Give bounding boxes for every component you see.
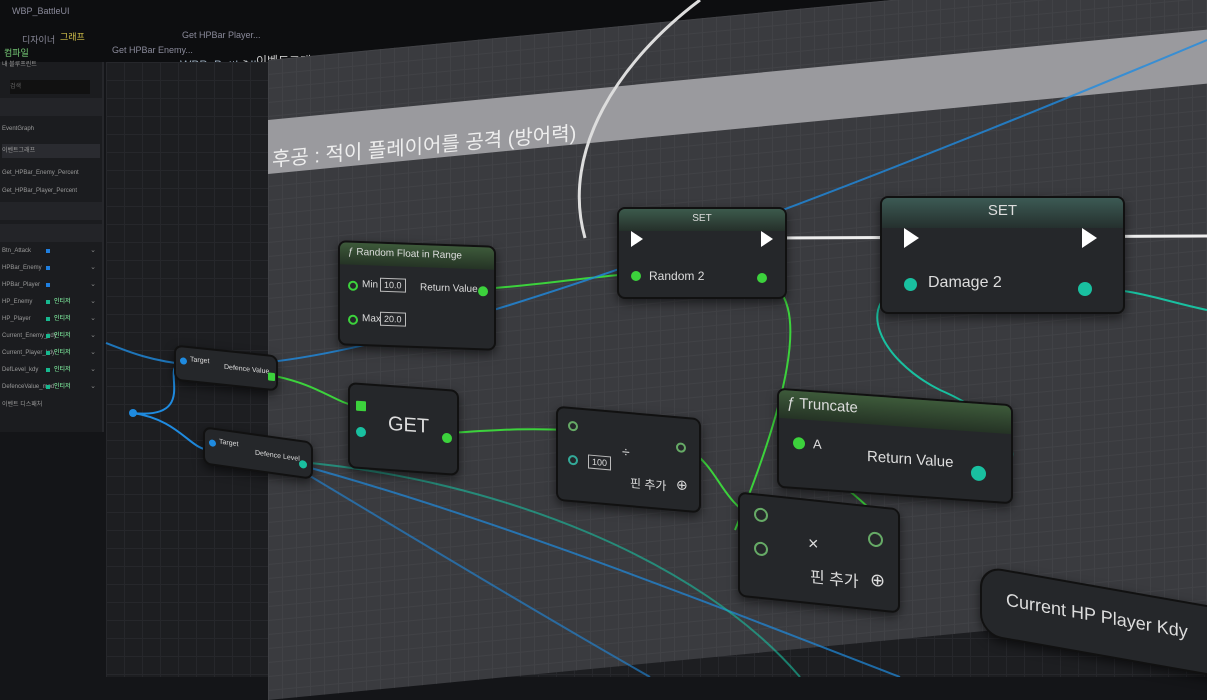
node-header: SET <box>619 209 785 231</box>
return-value-label: Return Value <box>420 282 478 296</box>
index-pin[interactable] <box>356 426 366 438</box>
reroute-node <box>129 409 137 417</box>
output-pin[interactable] <box>676 442 686 454</box>
output-pin[interactable] <box>868 531 883 548</box>
variable-label: Random 2 <box>649 269 705 283</box>
node-header: ƒ Random Float in Range <box>340 242 494 270</box>
exec-in-pin[interactable] <box>631 231 643 247</box>
add-pin-icon[interactable]: ⊕ <box>676 476 688 494</box>
output-label: Defence Value <box>224 363 270 376</box>
node-title: GET <box>388 412 430 438</box>
min-pin[interactable] <box>348 280 358 291</box>
max-label: Max <box>362 313 381 325</box>
input-a-pin[interactable] <box>568 420 578 432</box>
node-header: SET <box>882 198 1123 228</box>
float-wire <box>269 374 359 408</box>
exec-in-pin[interactable] <box>904 228 919 248</box>
target-label: Target <box>219 438 239 449</box>
exec-out-pin[interactable] <box>761 231 773 247</box>
random-input-pin[interactable] <box>631 271 641 281</box>
max-value-input[interactable]: 20.0 <box>380 311 406 327</box>
float-wire <box>481 273 631 290</box>
input-b-pin[interactable] <box>568 454 578 466</box>
defence-value-pin[interactable] <box>268 372 275 382</box>
a-pin[interactable] <box>793 436 805 450</box>
input-a-pin[interactable] <box>754 507 768 523</box>
min-value-input[interactable]: 10.0 <box>380 277 406 293</box>
min-label: Min <box>362 279 379 291</box>
return-value-pin[interactable] <box>478 286 488 297</box>
max-pin[interactable] <box>348 314 358 325</box>
target-pin[interactable] <box>209 439 216 448</box>
object-wire <box>132 412 211 451</box>
variable-label: Current HP Player Kdy <box>1006 589 1188 642</box>
int-wire <box>299 461 801 677</box>
multiply-node[interactable]: × 핀 추가 ⊕ <box>738 491 900 614</box>
target-label: Target <box>190 356 210 366</box>
object-wire <box>132 364 181 415</box>
array-get-node[interactable]: GET <box>348 382 459 476</box>
node-title: Random Float in Range <box>356 246 462 262</box>
array-pin[interactable] <box>356 400 366 412</box>
return-value-label: Return Value <box>867 448 954 472</box>
divide-symbol: ÷ <box>622 443 630 461</box>
random-output-pin[interactable] <box>757 273 767 283</box>
target-pin[interactable] <box>180 357 187 365</box>
output-label: Defence Level <box>255 449 300 463</box>
add-pin-label[interactable]: 핀 추가 <box>810 563 859 592</box>
add-pin-icon[interactable]: ⊕ <box>870 569 885 592</box>
variable-label: Damage 2 <box>928 274 1002 291</box>
defence-level-pin[interactable] <box>299 459 307 469</box>
input-b-pin[interactable] <box>754 541 768 557</box>
add-pin-label[interactable]: 핀 추가 <box>630 474 666 494</box>
random-float-in-range-node[interactable]: ƒ Random Float in Range Min 10.0 Max 20.… <box>338 240 496 351</box>
truncate-node[interactable]: ƒ Truncate A Return Value <box>777 387 1013 505</box>
node-title: Truncate <box>799 395 858 417</box>
multiply-symbol: × <box>808 532 819 554</box>
divisor-input[interactable]: 100 <box>588 454 612 471</box>
set-damage-node[interactable]: SET Damage 2 <box>880 196 1125 314</box>
exec-out-pin[interactable] <box>1082 228 1097 248</box>
damage-output-pin[interactable] <box>1078 282 1092 296</box>
float-wire <box>446 428 573 434</box>
return-value-pin[interactable] <box>971 465 986 482</box>
exec-wire <box>577 0 701 239</box>
set-random-node[interactable]: SET Random 2 <box>617 207 787 299</box>
output-pin[interactable] <box>442 432 452 444</box>
divide-node[interactable]: 100 ÷ 핀 추가 ⊕ <box>556 405 701 514</box>
a-label: A <box>813 436 822 452</box>
damage-input-pin[interactable] <box>904 278 917 291</box>
